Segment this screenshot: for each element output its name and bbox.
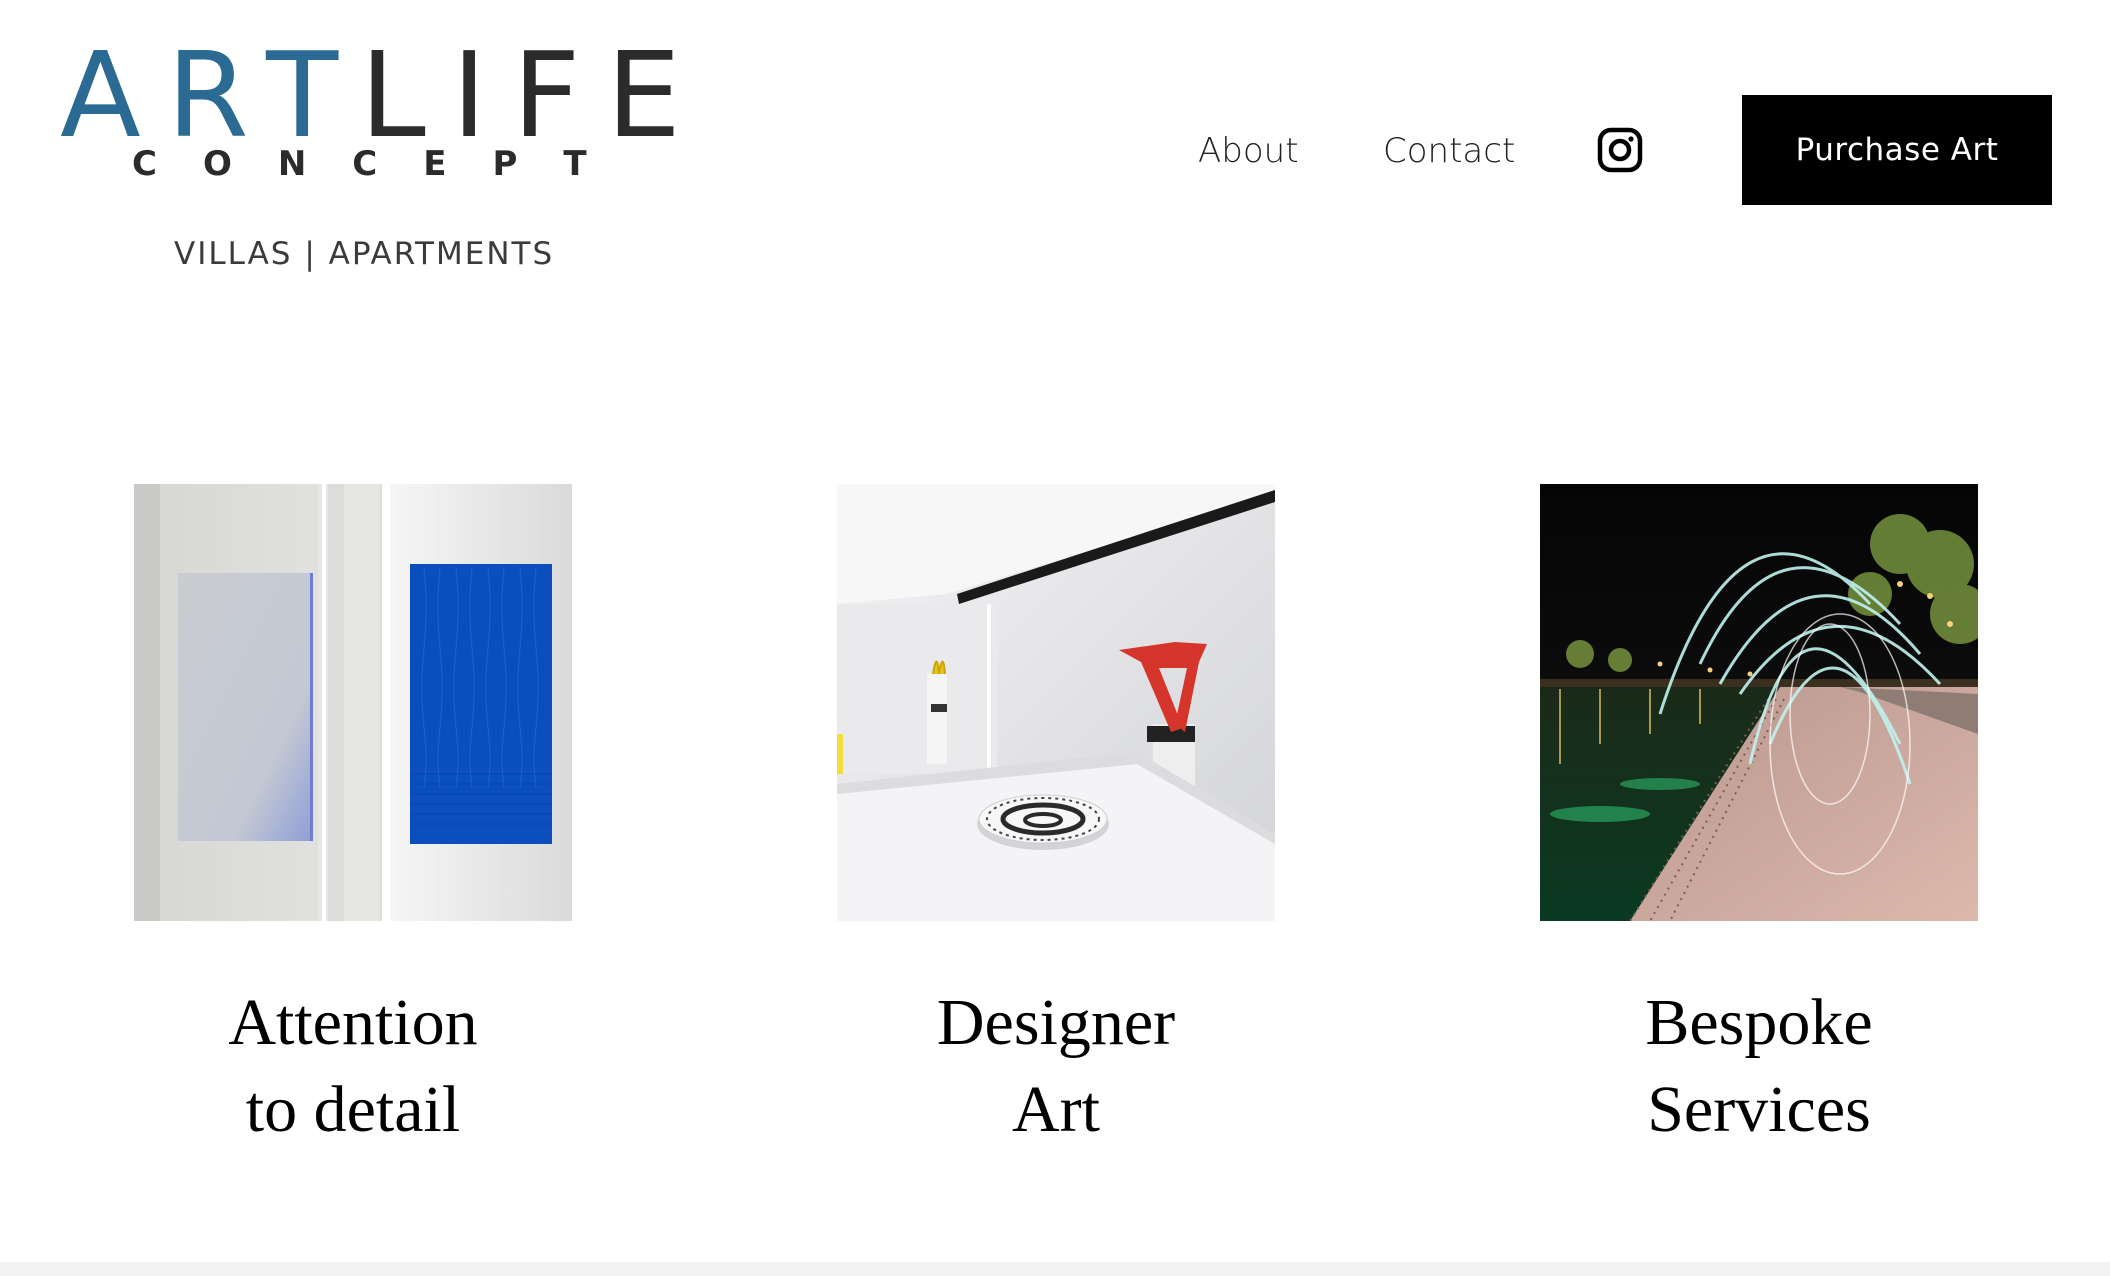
feature-title: Designer Art [837, 979, 1275, 1153]
logo-word-art: ART [60, 26, 365, 164]
purchase-art-button[interactable]: Purchase Art [1742, 95, 2052, 205]
logo-word-concept: CONCEPT [132, 144, 633, 184]
feature-title-line: Bespoke [1645, 986, 1873, 1059]
feature-image-promenade[interactable] [1540, 484, 1978, 921]
instagram-icon[interactable] [1597, 127, 1643, 173]
logo-word-life: LIFE [360, 26, 707, 164]
feature-card-bespoke-services: Bespoke Services [1540, 484, 1978, 1153]
feature-title-line: Attention [228, 986, 478, 1059]
brand-logo[interactable]: ART LIFE CONCEPT VILLAS | APARTMENTS [60, 26, 681, 276]
feature-image-hallway[interactable] [134, 484, 572, 921]
feature-card-designer-art: Designer Art [837, 484, 1275, 1153]
page-footer-edge [0, 1262, 2110, 1276]
nav-contact-link[interactable]: Contact [1383, 131, 1515, 171]
feature-title-line: Art [1012, 1073, 1100, 1146]
feature-title: Attention to detail [134, 979, 572, 1153]
feature-title-line: Services [1647, 1073, 1871, 1146]
nav-about-link[interactable]: About [1198, 131, 1299, 171]
feature-card-attention: Attention to detail [134, 484, 572, 1153]
feature-title: Bespoke Services [1540, 979, 1978, 1153]
feature-image-gallery[interactable] [837, 484, 1275, 921]
feature-title-line: to detail [245, 1073, 461, 1146]
logo-tagline: VILLAS | APARTMENTS [174, 236, 555, 272]
feature-title-line: Designer [936, 986, 1176, 1059]
